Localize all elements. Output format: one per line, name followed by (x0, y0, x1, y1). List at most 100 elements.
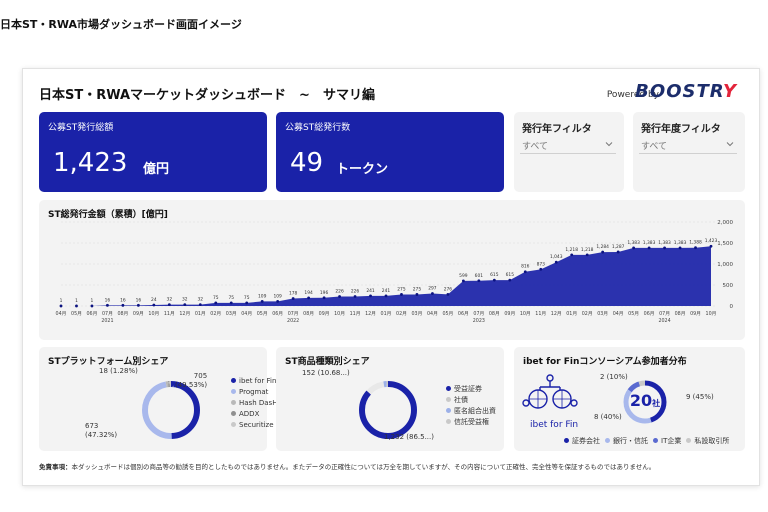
legend-item: 私設取引所 (686, 435, 729, 446)
x-tick-label: 05月 (71, 311, 82, 317)
kpi-label: 公募ST発行総額 (48, 123, 114, 133)
data-label: 75 (244, 295, 250, 301)
x-tick-label: 01月 (195, 311, 206, 317)
legend-label: 私設取引所 (694, 436, 730, 445)
data-point (276, 300, 280, 303)
y-tick-label: 0 (730, 304, 734, 310)
issue-year-filter[interactable]: 発行年フィルタ すべて (514, 112, 624, 192)
kpi-value: 49 (290, 148, 324, 178)
x-tick-label: 08月 (303, 311, 314, 317)
x-tick-label: 04月 (56, 311, 67, 317)
x-tick-label: 11月 (164, 311, 175, 317)
year-label: 2024 (658, 318, 670, 324)
y-tick-label: 2,000 (717, 220, 733, 226)
data-label: 1,423 (705, 238, 718, 244)
data-label: 109 (258, 293, 267, 299)
slice-label: 8 (40%) (594, 413, 622, 421)
data-point (75, 304, 78, 308)
data-point (539, 267, 543, 271)
fiscal-year-filter[interactable]: 発行年度フィルタ すべて (633, 112, 745, 192)
data-point (338, 295, 341, 298)
data-label: 615 (506, 272, 515, 278)
data-point (570, 253, 574, 257)
total-value: 20 (629, 391, 653, 410)
data-point (431, 292, 434, 295)
x-tick-label: 05月 (257, 311, 268, 317)
x-tick-label: 07月 (288, 311, 299, 317)
data-point (384, 294, 388, 298)
legend-item: 匿名組合出資 (446, 405, 496, 416)
disclaimer-label: 免責事項： (39, 463, 72, 471)
year-label: 2022 (287, 318, 299, 324)
legend-item: Securitize (231, 419, 277, 430)
x-tick-label: 08月 (117, 311, 128, 317)
filter-label: 発行年フィルタ (522, 124, 592, 135)
x-tick-label: 07月 (102, 311, 113, 317)
legend-dot (605, 438, 610, 443)
legend-item: 信託受益権 (446, 416, 496, 427)
consortium-total: 20社 (620, 391, 670, 410)
data-point (523, 270, 527, 274)
data-label: 1,284 (596, 244, 609, 250)
data-point (245, 301, 249, 305)
legend-dot (231, 389, 236, 394)
data-label: 178 (289, 291, 298, 297)
slice-value: 705 (193, 372, 208, 380)
data-point (121, 303, 125, 307)
fiscal-year-select[interactable]: すべて (639, 138, 737, 154)
x-tick-label: 12月 (365, 311, 376, 317)
data-label: 276 (444, 286, 453, 292)
x-tick-label: 12月 (551, 311, 562, 317)
legend-dot (446, 419, 451, 424)
filter-value: すべて (641, 142, 668, 152)
chevron-down-icon (726, 142, 734, 147)
data-point (647, 246, 651, 250)
data-point (415, 293, 419, 296)
legend-dot (446, 397, 451, 402)
legend-dot (446, 408, 451, 413)
x-tick-label: 04月 (613, 311, 624, 317)
legend-label: 銀行・信託 (613, 436, 648, 445)
x-tick-label: 02月 (582, 311, 593, 317)
product-share-card: ST商品種類別シェア 152 (10.68...) 1,232 (86.5...… (276, 347, 504, 451)
slice-label: 9 (45%) (686, 393, 714, 401)
y-tick-label: 500 (723, 283, 734, 289)
data-label: 16 (105, 297, 111, 303)
legend-dot (564, 438, 569, 443)
data-label: 275 (397, 286, 406, 292)
chevron-down-icon (605, 142, 613, 147)
data-label: 109 (273, 293, 282, 299)
data-label: 32 (197, 297, 203, 303)
cumulative-area-chart: 2,000 1,500 1,000 500 0 1 1 1 16 16 16 24 32 32 32 75 75… (56, 220, 734, 324)
data-point (198, 303, 202, 307)
x-tick-label: 06月 (272, 311, 283, 317)
data-point (106, 303, 109, 307)
data-label: 615 (490, 272, 499, 278)
x-tick-label: 07月 (473, 311, 484, 317)
legend-item: 社債 (446, 394, 496, 405)
legend-item: IT企業 (653, 435, 681, 446)
legend-label: 匿名組合出資 (454, 406, 496, 415)
legend-dot (231, 411, 236, 416)
legend-label: Securitize (239, 420, 274, 429)
filter-label: 発行年度フィルタ (641, 124, 721, 135)
boostry-logo: BOOSTRY (635, 81, 737, 102)
data-label: 816 (521, 264, 530, 270)
issue-year-select[interactable]: すべて (520, 138, 616, 154)
y-tick-label: 1,500 (717, 241, 733, 247)
data-label: 32 (167, 297, 173, 303)
filter-value: すべて (522, 142, 549, 152)
x-tick-label: 12月 (179, 311, 190, 317)
data-label: 241 (382, 288, 391, 294)
legend-dot (231, 378, 236, 383)
dashboard-title: 日本ST・RWAマーケットダッシュボード ~ サマリ編 (39, 88, 375, 103)
legend-label: 社債 (454, 395, 468, 404)
x-tick-label: 09月 (319, 311, 330, 317)
legend-item: Hash DasH (231, 397, 277, 408)
x-tick-label: 10月 (148, 311, 159, 317)
x-tick-label: 06月 (644, 311, 655, 317)
kpi-value: 1,423 (53, 148, 128, 178)
legend-dot (231, 400, 236, 405)
data-label: 1,388 (689, 240, 702, 246)
x-tick-label: 02月 (210, 311, 221, 317)
